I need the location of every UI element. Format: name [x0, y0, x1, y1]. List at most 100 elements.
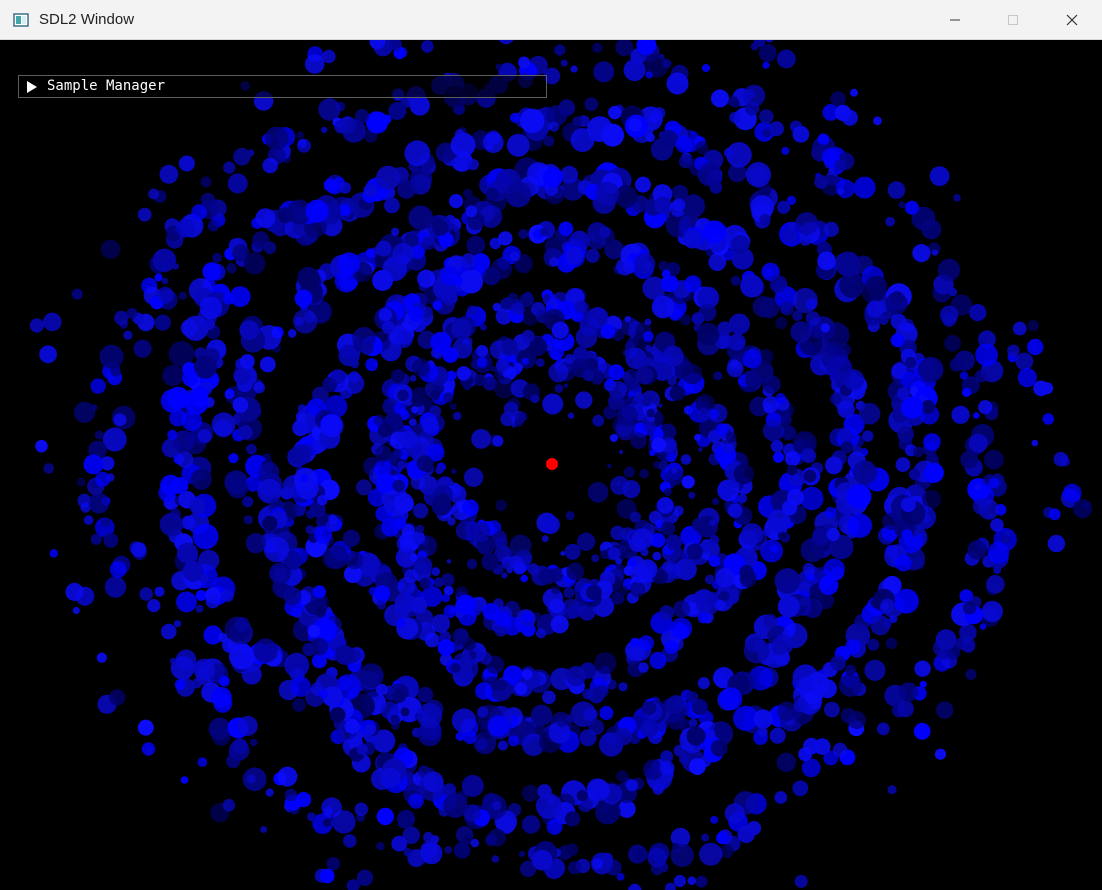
blue-particle: [459, 269, 484, 294]
blue-particle: [962, 601, 977, 615]
blue-particle: [745, 372, 761, 388]
blue-particle: [467, 158, 479, 171]
blue-particle: [543, 294, 551, 301]
blue-particle: [317, 495, 328, 506]
blue-particle: [618, 682, 628, 692]
blue-particle: [178, 155, 195, 172]
blue-particle: [263, 241, 277, 255]
blue-particle: [159, 164, 179, 184]
blue-particle: [775, 393, 786, 404]
blue-particle: [265, 126, 289, 151]
blue-particle: [662, 345, 684, 367]
blue-particle: [1048, 508, 1061, 521]
blue-particle: [1047, 534, 1066, 553]
blue-particle: [644, 421, 657, 433]
sdl-client-area[interactable]: Sample Manager: [0, 40, 1102, 890]
blue-particle: [737, 493, 748, 504]
blue-particle: [485, 187, 499, 201]
blue-particle: [416, 703, 443, 729]
blue-particle: [845, 639, 861, 655]
minimize-button[interactable]: [926, 0, 984, 40]
blue-particle: [195, 604, 204, 613]
blue-particle: [83, 515, 94, 525]
blue-particle: [974, 369, 988, 383]
blue-particle: [713, 721, 732, 740]
blue-particle: [1042, 413, 1055, 425]
blue-particle: [776, 49, 796, 69]
blue-particle: [156, 286, 174, 304]
minimize-icon: [950, 19, 960, 21]
blue-particle: [680, 314, 692, 326]
blue-particle: [592, 42, 603, 53]
blue-particle: [284, 788, 298, 802]
blue-particle: [630, 637, 640, 648]
blue-particle: [90, 533, 102, 545]
blue-particle: [777, 595, 800, 618]
blue-particle: [723, 147, 735, 158]
blue-particle: [584, 97, 599, 112]
blue-particle: [246, 443, 257, 455]
blue-particle: [794, 874, 808, 888]
blue-particle: [394, 602, 411, 619]
blue-particle: [659, 760, 675, 776]
blue-particle: [817, 251, 836, 271]
blue-particle: [375, 445, 392, 462]
blue-particle: [852, 460, 878, 485]
blue-particle: [243, 252, 266, 275]
blue-particle: [981, 600, 1003, 623]
blue-particle: [870, 615, 891, 636]
blue-particle: [715, 423, 729, 436]
particle-scene[interactable]: [0, 40, 1102, 890]
blue-particle: [356, 743, 368, 755]
blue-particle: [638, 662, 649, 673]
blue-particle: [694, 433, 701, 441]
blue-particle: [376, 807, 394, 826]
blue-particle: [900, 371, 918, 389]
blue-particle: [94, 430, 104, 440]
blue-particle: [838, 427, 852, 442]
blue-particle: [400, 707, 410, 717]
blue-particle: [758, 43, 777, 62]
blue-particle: [495, 679, 507, 692]
close-button[interactable]: [1043, 0, 1101, 40]
blue-particle: [575, 391, 593, 409]
blue-particle: [730, 234, 750, 254]
blue-particle: [678, 753, 690, 765]
blue-particle: [673, 874, 687, 888]
blue-particle: [687, 691, 699, 703]
blue-particle: [914, 660, 931, 677]
blue-particle: [659, 605, 675, 621]
blue-particle: [643, 331, 654, 342]
blue-particle: [912, 244, 931, 263]
blue-particle: [616, 770, 629, 783]
blue-particle: [962, 387, 972, 397]
blue-particle: [334, 119, 349, 134]
blue-particle: [628, 118, 642, 132]
blue-particle: [990, 518, 1004, 532]
blue-particle: [223, 293, 235, 305]
blue-particle: [542, 393, 564, 415]
blue-particle: [339, 181, 352, 194]
maximize-button[interactable]: [984, 0, 1042, 40]
blue-particle: [470, 838, 480, 848]
triangle-right-icon: [27, 81, 37, 93]
blue-particle: [397, 460, 407, 470]
blue-particle: [161, 277, 169, 285]
blue-particle: [837, 187, 845, 195]
blue-particle: [322, 49, 336, 64]
blue-particle: [864, 659, 886, 681]
blue-particle: [1072, 499, 1093, 519]
blue-particle: [845, 664, 856, 676]
window-titlebar[interactable]: SDL2 Window: [0, 0, 1102, 40]
blue-particle: [660, 274, 679, 293]
blue-particle: [467, 305, 478, 316]
blue-particle: [313, 585, 326, 599]
blue-particle: [813, 738, 831, 755]
blue-particle: [929, 166, 950, 186]
blue-particle: [374, 414, 385, 426]
blue-particle: [774, 568, 801, 594]
sample-manager-collapsed[interactable]: Sample Manager: [18, 75, 547, 98]
blue-particle: [798, 747, 812, 762]
blue-particle: [792, 125, 810, 143]
blue-particle: [566, 666, 587, 686]
